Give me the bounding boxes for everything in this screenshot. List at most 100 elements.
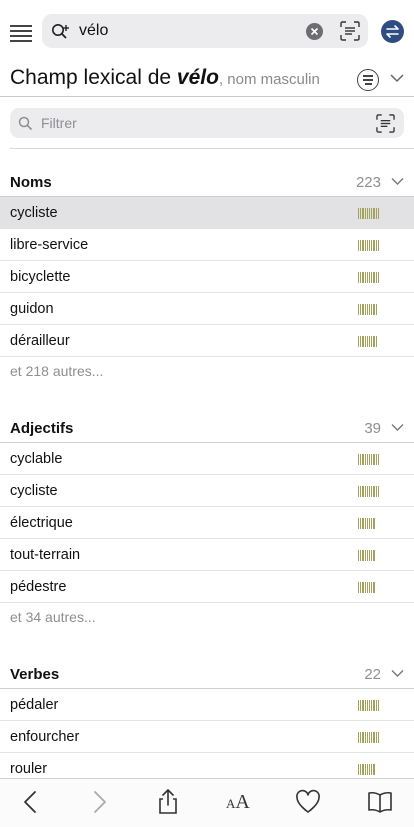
relevance-bar — [373, 208, 375, 219]
title-grammar: , nom masculin — [218, 71, 320, 88]
relevance-bars — [358, 336, 377, 347]
show-more-link[interactable]: et 218 autres... — [0, 357, 414, 388]
relevance-bar — [358, 700, 360, 711]
relevance-bar — [360, 304, 362, 315]
relevance-bar — [375, 336, 377, 347]
section-header[interactable]: Adjectifs 39 — [0, 412, 414, 443]
relevance-bar — [358, 518, 360, 529]
item-label: libre-service — [10, 237, 89, 253]
relevance-bar — [371, 518, 373, 529]
relevance-bar — [360, 486, 362, 497]
item-label: cycliste — [10, 483, 58, 499]
show-more-link[interactable]: et 34 autres... — [0, 603, 414, 634]
relevance-bar — [366, 272, 368, 283]
relevance-bar — [371, 486, 373, 497]
relevance-bar — [375, 454, 377, 465]
show-more-label: et 34 autres... — [10, 609, 96, 625]
list-item[interactable]: électrique — [0, 507, 414, 539]
item-label: cyclable — [10, 451, 63, 467]
relevance-bar — [371, 732, 373, 743]
relevance-bar — [362, 272, 364, 283]
relevance-bar — [358, 454, 360, 465]
list-item[interactable]: tout-terrain — [0, 539, 414, 571]
relevance-bar — [360, 700, 362, 711]
item-label: bicyclette — [10, 269, 71, 285]
swap-language-icon[interactable] — [381, 20, 404, 43]
filter-field[interactable]: Filtrer — [10, 108, 404, 138]
relevance-bar — [373, 700, 375, 711]
relevance-bar — [373, 582, 375, 593]
relevance-bar — [362, 304, 364, 315]
list-item[interactable]: bicyclette — [0, 261, 414, 293]
top-bar: vélo — [0, 0, 414, 62]
forward-icon[interactable] — [86, 789, 112, 815]
relevance-bar — [368, 550, 371, 561]
list-item[interactable]: cycliste — [0, 197, 414, 229]
filter-input[interactable]: Filtrer — [41, 115, 77, 131]
chevron-down-icon[interactable] — [391, 669, 404, 678]
page-title: Champ lexical de vélo, nom masculin — [10, 66, 320, 90]
relevance-bar — [368, 240, 371, 251]
relevance-bar — [371, 336, 373, 347]
list-item[interactable]: libre-service — [0, 229, 414, 261]
section-header[interactable]: Noms 223 — [0, 166, 414, 197]
relevance-bars — [358, 304, 377, 315]
relevance-bar — [373, 764, 375, 775]
relevance-bar — [368, 304, 371, 315]
section-count: 22 — [364, 666, 381, 683]
list-item[interactable]: pédaler — [0, 689, 414, 721]
chevron-down-icon[interactable] — [390, 73, 404, 83]
list-item[interactable]: cycliste — [0, 475, 414, 507]
relevance-bar — [360, 336, 362, 347]
list-item[interactable]: pédestre — [0, 571, 414, 603]
back-icon[interactable] — [18, 789, 44, 815]
menu-icon[interactable] — [10, 22, 32, 42]
relevance-bar — [368, 732, 371, 743]
chevron-down-icon[interactable] — [391, 177, 404, 186]
relevance-bar — [366, 732, 368, 743]
item-label: rouler — [10, 761, 48, 777]
relevance-bar — [366, 208, 368, 219]
list-item[interactable]: cyclable — [0, 443, 414, 475]
text-size-icon[interactable]: AA — [226, 791, 250, 814]
relevance-bar — [368, 454, 371, 465]
relevance-bar — [377, 272, 379, 283]
relevance-bar — [366, 336, 368, 347]
list-item[interactable]: enfourcher — [0, 721, 414, 753]
relevance-bars — [358, 582, 375, 593]
relevance-bar — [373, 240, 375, 251]
relevance-bar — [368, 518, 371, 529]
relevance-bar — [364, 208, 366, 219]
clear-search-icon[interactable] — [306, 23, 323, 40]
lexical-field-list[interactable]: Noms 223 cycliste libre-service bicyclette gu… — [0, 166, 414, 778]
list-options-icon[interactable] — [357, 69, 379, 91]
item-label: pédaler — [10, 697, 59, 713]
relevance-bars — [358, 240, 379, 251]
relevance-bar — [368, 336, 371, 347]
scan-text-icon[interactable] — [340, 21, 360, 41]
list-item[interactable]: guidon — [0, 293, 414, 325]
list-item[interactable]: rouler — [0, 753, 414, 778]
item-label: pédestre — [10, 579, 67, 595]
relevance-bar — [362, 732, 364, 743]
section-count: 223 — [355, 174, 381, 191]
book-icon[interactable] — [367, 789, 393, 815]
relevance-bar — [358, 486, 360, 497]
relevance-bar — [371, 454, 373, 465]
favorite-heart-icon[interactable] — [295, 789, 321, 815]
search-input[interactable]: vélo — [79, 22, 108, 40]
chevron-down-icon[interactable] — [391, 423, 404, 432]
relevance-bar — [371, 208, 373, 219]
relevance-bar — [358, 304, 360, 315]
list-item[interactable]: dérailleur — [0, 325, 414, 357]
scan-text-icon[interactable] — [376, 114, 395, 133]
section-title: Adjectifs — [10, 420, 74, 437]
item-label: enfourcher — [10, 729, 80, 745]
search-field[interactable]: vélo — [42, 14, 368, 48]
section-header[interactable]: Verbes 22 — [0, 658, 414, 689]
relevance-bar — [377, 700, 379, 711]
relevance-bar — [364, 582, 366, 593]
share-icon[interactable] — [155, 789, 181, 815]
